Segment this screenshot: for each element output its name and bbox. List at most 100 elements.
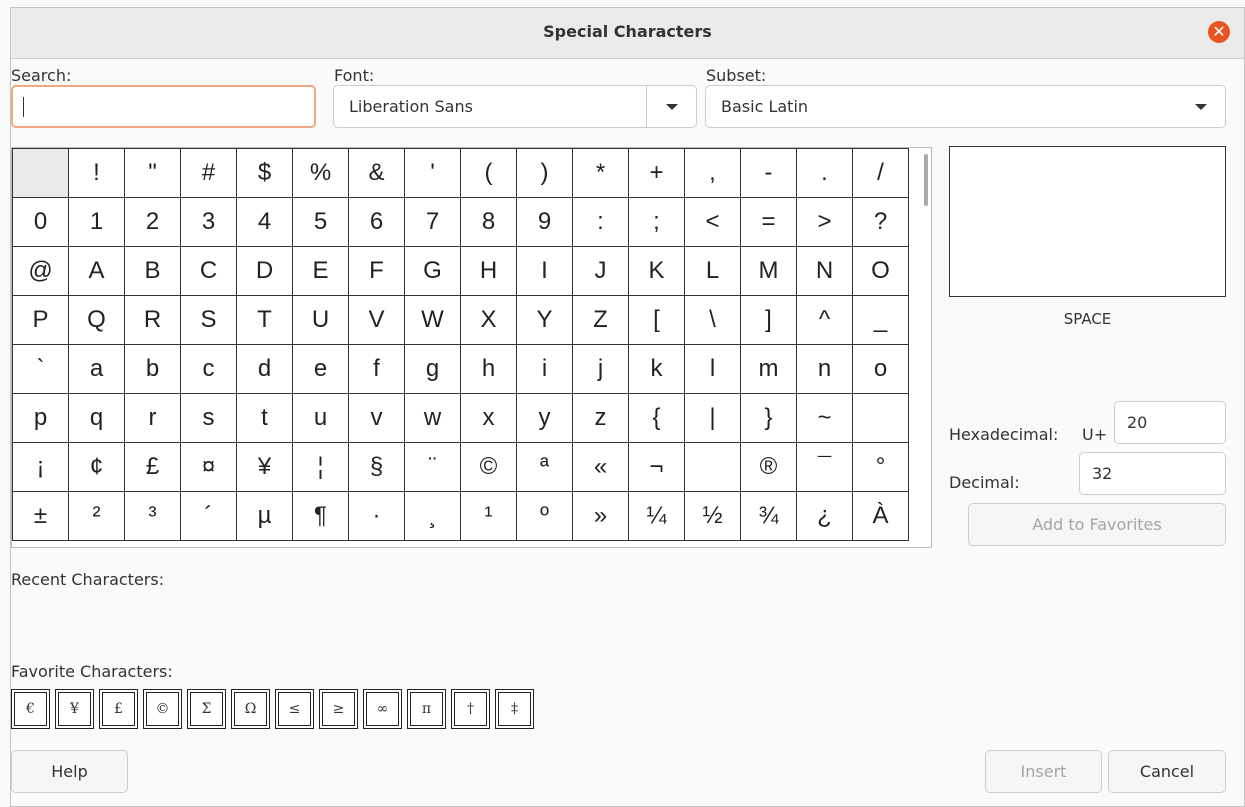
character-cell[interactable]: I — [516, 246, 573, 296]
character-cell[interactable]: C — [180, 246, 237, 296]
character-cell[interactable]: ³ — [124, 491, 181, 541]
character-cell[interactable]: [ — [628, 295, 685, 345]
character-cell[interactable]: . — [796, 148, 853, 198]
hexadecimal-input[interactable] — [1115, 402, 1225, 443]
character-cell[interactable]: O — [852, 246, 909, 296]
character-cell[interactable]: µ — [236, 491, 293, 541]
character-cell[interactable]: < — [684, 197, 741, 247]
favorite-character[interactable]: ¥ — [55, 689, 94, 729]
help-button[interactable]: Help — [11, 750, 128, 793]
character-cell[interactable]: ¿ — [796, 491, 853, 541]
character-cell[interactable]: ) — [516, 148, 573, 198]
cancel-button[interactable]: Cancel — [1108, 750, 1226, 793]
character-cell[interactable]: © — [460, 442, 517, 492]
character-cell[interactable]: & — [348, 148, 405, 198]
character-cell[interactable]: £ — [124, 442, 181, 492]
character-cell[interactable]: # — [180, 148, 237, 198]
character-cell[interactable]: ª — [516, 442, 573, 492]
character-cell[interactable] — [12, 148, 69, 198]
character-cell[interactable]: N — [796, 246, 853, 296]
character-cell[interactable]: ¸ — [404, 491, 461, 541]
favorite-character[interactable]: ≥ — [319, 689, 358, 729]
character-cell[interactable]: S — [180, 295, 237, 345]
chevron-down-icon[interactable] — [1176, 86, 1225, 127]
character-cell[interactable]: - — [740, 148, 797, 198]
character-cell[interactable]: i — [516, 344, 573, 394]
character-cell[interactable]: · — [348, 491, 405, 541]
character-cell[interactable]: 7 — [404, 197, 461, 247]
character-cell[interactable]: ° — [852, 442, 909, 492]
character-cell[interactable]: l — [684, 344, 741, 394]
search-field[interactable] — [11, 85, 316, 128]
character-cell[interactable]: " — [124, 148, 181, 198]
character-cell[interactable]: » — [572, 491, 629, 541]
character-cell[interactable]: 8 — [460, 197, 517, 247]
character-cell[interactable]: J — [572, 246, 629, 296]
character-cell[interactable]: ¹ — [460, 491, 517, 541]
character-cell[interactable]: 0 — [12, 197, 69, 247]
character-cell[interactable]: | — [684, 393, 741, 443]
character-cell[interactable]: z — [572, 393, 629, 443]
character-cell[interactable]: w — [404, 393, 461, 443]
character-cell[interactable]: ` — [12, 344, 69, 394]
character-cell[interactable]: a — [68, 344, 125, 394]
character-cell[interactable]: = — [740, 197, 797, 247]
character-cell[interactable]: e — [292, 344, 349, 394]
character-cell[interactable]: + — [628, 148, 685, 198]
character-cell[interactable]: 2 — [124, 197, 181, 247]
character-cell[interactable]: ¯ — [796, 442, 853, 492]
character-cell[interactable]: ® — [740, 442, 797, 492]
character-cell[interactable]: A — [68, 246, 125, 296]
character-cell[interactable]: q — [68, 393, 125, 443]
character-cell[interactable]: D — [236, 246, 293, 296]
character-cell[interactable]: > — [796, 197, 853, 247]
character-cell[interactable]: t — [236, 393, 293, 443]
favorite-character[interactable]: ∞ — [363, 689, 402, 729]
character-cell[interactable]: f — [348, 344, 405, 394]
favorite-character[interactable]: £ — [99, 689, 138, 729]
insert-button[interactable]: Insert — [985, 750, 1102, 793]
character-cell[interactable] — [852, 393, 909, 443]
favorite-character[interactable]: π — [407, 689, 446, 729]
favorite-character[interactable]: ≤ — [275, 689, 314, 729]
character-cell[interactable]: } — [740, 393, 797, 443]
character-cell[interactable]: ¡ — [12, 442, 69, 492]
character-cell[interactable]: Y — [516, 295, 573, 345]
character-cell[interactable]: 4 — [236, 197, 293, 247]
character-cell[interactable]: 1 — [68, 197, 125, 247]
character-cell[interactable]: d — [236, 344, 293, 394]
character-cell[interactable]: U — [292, 295, 349, 345]
character-cell[interactable]: ( — [460, 148, 517, 198]
character-cell[interactable]: T — [236, 295, 293, 345]
character-cell[interactable]: p — [12, 393, 69, 443]
character-cell[interactable]: ¦ — [292, 442, 349, 492]
favorite-character[interactable]: † — [451, 689, 490, 729]
character-cell[interactable]: b — [124, 344, 181, 394]
character-cell[interactable]: ¤ — [180, 442, 237, 492]
character-cell[interactable]: n — [796, 344, 853, 394]
character-cell[interactable]: 3 — [180, 197, 237, 247]
decimal-input[interactable] — [1080, 453, 1225, 494]
character-cell[interactable]: h — [460, 344, 517, 394]
character-cell[interactable]: Q — [68, 295, 125, 345]
character-cell[interactable]: ± — [12, 491, 69, 541]
character-cell[interactable]: ^ — [796, 295, 853, 345]
character-cell[interactable]: ¼ — [628, 491, 685, 541]
chevron-down-icon[interactable] — [646, 86, 696, 127]
add-to-favorites-button[interactable]: Add to Favorites — [968, 503, 1226, 546]
decimal-field[interactable] — [1079, 452, 1226, 495]
character-cell[interactable]: B — [124, 246, 181, 296]
character-cell[interactable]: R — [124, 295, 181, 345]
character-cell[interactable]: P — [12, 295, 69, 345]
character-cell[interactable]: * — [572, 148, 629, 198]
character-cell[interactable]: , — [684, 148, 741, 198]
character-cell[interactable]: 6 — [348, 197, 405, 247]
character-cell[interactable]: ~ — [796, 393, 853, 443]
character-cell[interactable]: s — [180, 393, 237, 443]
character-cell[interactable]: x — [460, 393, 517, 443]
character-cell[interactable]: ¢ — [68, 442, 125, 492]
close-icon[interactable]: ✕ — [1208, 21, 1230, 43]
character-cell[interactable]: E — [292, 246, 349, 296]
character-cell[interactable]: v — [348, 393, 405, 443]
favorite-character[interactable]: € — [11, 689, 50, 729]
